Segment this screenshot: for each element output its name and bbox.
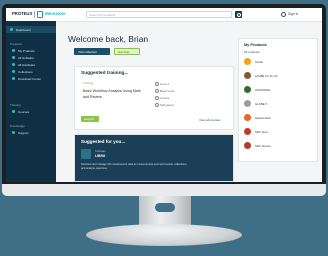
difficulty-icon (155, 89, 160, 94)
format-icon (155, 103, 160, 108)
training-tag: Training (83, 81, 94, 85)
suggested-product-name[interactable]: LIBRA (95, 154, 105, 158)
product-thumbnail-icon (244, 58, 251, 65)
sidebar-item-my-products[interactable]: My Products (18, 49, 35, 53)
sidebar: Dashboard Products My Products All Softw… (6, 21, 56, 182)
product-name: SpaceCheck (255, 116, 271, 120)
get-help-button[interactable]: Get help (114, 48, 140, 55)
level-icon (155, 82, 160, 87)
training-title: Suggested training... (81, 71, 129, 76)
visit-collection-button[interactable]: Visit collection (74, 48, 110, 55)
sign-in-link[interactable]: Sign in (288, 12, 298, 16)
product-item[interactable]: SRC Service (244, 142, 314, 151)
sidebar-section-knowledge: Knowledge (10, 124, 25, 128)
clock-icon (155, 96, 160, 101)
course-duration: 2 hours (160, 96, 170, 100)
screen: PROTEUS IREVISION Search for products Si… (6, 8, 322, 182)
monitor-stand-base (86, 224, 242, 246)
product-thumbnail-icon (244, 100, 251, 107)
suggested-for-you-card: Suggested for you... Software LIBRA Stru… (74, 134, 234, 182)
my-products-title: My Products (244, 43, 267, 47)
search-button[interactable] (235, 11, 242, 18)
suggested-training-card: Suggested training... Training Basic Wor… (74, 66, 234, 130)
dashboard-icon (10, 28, 13, 31)
courses-icon (12, 110, 15, 113)
product-item[interactable]: Scribe (244, 58, 314, 67)
sidebar-item-courses[interactable]: Courses (18, 110, 29, 114)
course-level: Level 1 (160, 82, 170, 86)
support-icon (12, 131, 15, 134)
collections-icon (12, 70, 15, 73)
software-icon (12, 56, 15, 59)
product-name: LAUBE CX-11-CS (255, 74, 278, 78)
suggested-title: Suggested for you... (81, 139, 126, 144)
product-thumbnail-icon (244, 142, 251, 149)
logo-text: PROTEUS (12, 11, 33, 16)
register-button[interactable]: Register (81, 116, 99, 122)
hardware-icon (12, 63, 15, 66)
my-products-card: My Products All products Scribe LAUBE CX-… (238, 38, 318, 162)
sidebar-item-download-center[interactable]: Download Center (18, 77, 41, 81)
course-name[interactable]: Basic Workflow Analysis Using Mark and R… (83, 88, 147, 100)
search-icon (237, 12, 242, 17)
suggested-description: Structure and manage 3D measurement data… (81, 163, 188, 170)
monitor-chin (2, 184, 326, 196)
product-name: GLOBE 5 (255, 102, 267, 106)
course-format: Self-paced (160, 103, 174, 107)
suggested-category: Software (95, 149, 107, 153)
product-item[interactable]: ADVANCED (244, 86, 314, 95)
brand-name: IREVISION (45, 12, 65, 16)
course-difficulty: Basic Level (160, 89, 175, 93)
sidebar-item-all-software[interactable]: All Software (18, 56, 34, 60)
product-name: Scribe (255, 60, 263, 64)
top-bar: PROTEUS IREVISION Search for products Si… (6, 8, 322, 22)
download-icon (12, 77, 15, 80)
sidebar-item-collections[interactable]: Collections (18, 70, 33, 74)
sidebar-section-products: Products (10, 42, 22, 46)
sidebar-active-highlight (6, 26, 56, 33)
product-item[interactable]: SRC Spec (244, 128, 314, 137)
page-title: Welcome back, Brian (68, 34, 149, 44)
brand-logo-icon (37, 11, 43, 18)
sidebar-item-all-hardware[interactable]: All Hardware (18, 63, 35, 67)
product-name: SRC Spec (255, 130, 269, 134)
product-item[interactable]: SpaceCheck (244, 114, 314, 123)
product-thumbnail-icon (244, 114, 251, 121)
product-thumbnail-icon (244, 72, 251, 79)
product-name: ADVANCED (255, 88, 271, 92)
all-products-link[interactable]: All products (244, 50, 260, 54)
search-placeholder: Search for products (89, 13, 116, 17)
logo-divider (34, 11, 35, 18)
product-name: SRC Service (255, 144, 272, 148)
user-icon[interactable] (281, 11, 286, 17)
product-icon (81, 149, 91, 159)
product-item[interactable]: GLOBE 5 (244, 100, 314, 109)
product-thumbnail-icon (244, 86, 251, 93)
monitor-stand-cutout (155, 203, 175, 212)
product-item[interactable]: LAUBE CX-11-CS (244, 72, 314, 81)
visit-collection-label: Visit collection (78, 49, 97, 54)
view-all-courses-link[interactable]: View all courses (199, 118, 221, 122)
sidebar-section-training: Training (10, 103, 21, 107)
search-input[interactable]: Search for products (86, 11, 232, 18)
get-help-label: Get help (118, 50, 130, 55)
register-label: Register (84, 117, 95, 121)
my-products-icon (12, 49, 15, 52)
product-thumbnail-icon (244, 128, 251, 135)
sidebar-item-support[interactable]: Support (18, 131, 29, 135)
sidebar-item-dashboard[interactable]: Dashboard (16, 28, 31, 32)
